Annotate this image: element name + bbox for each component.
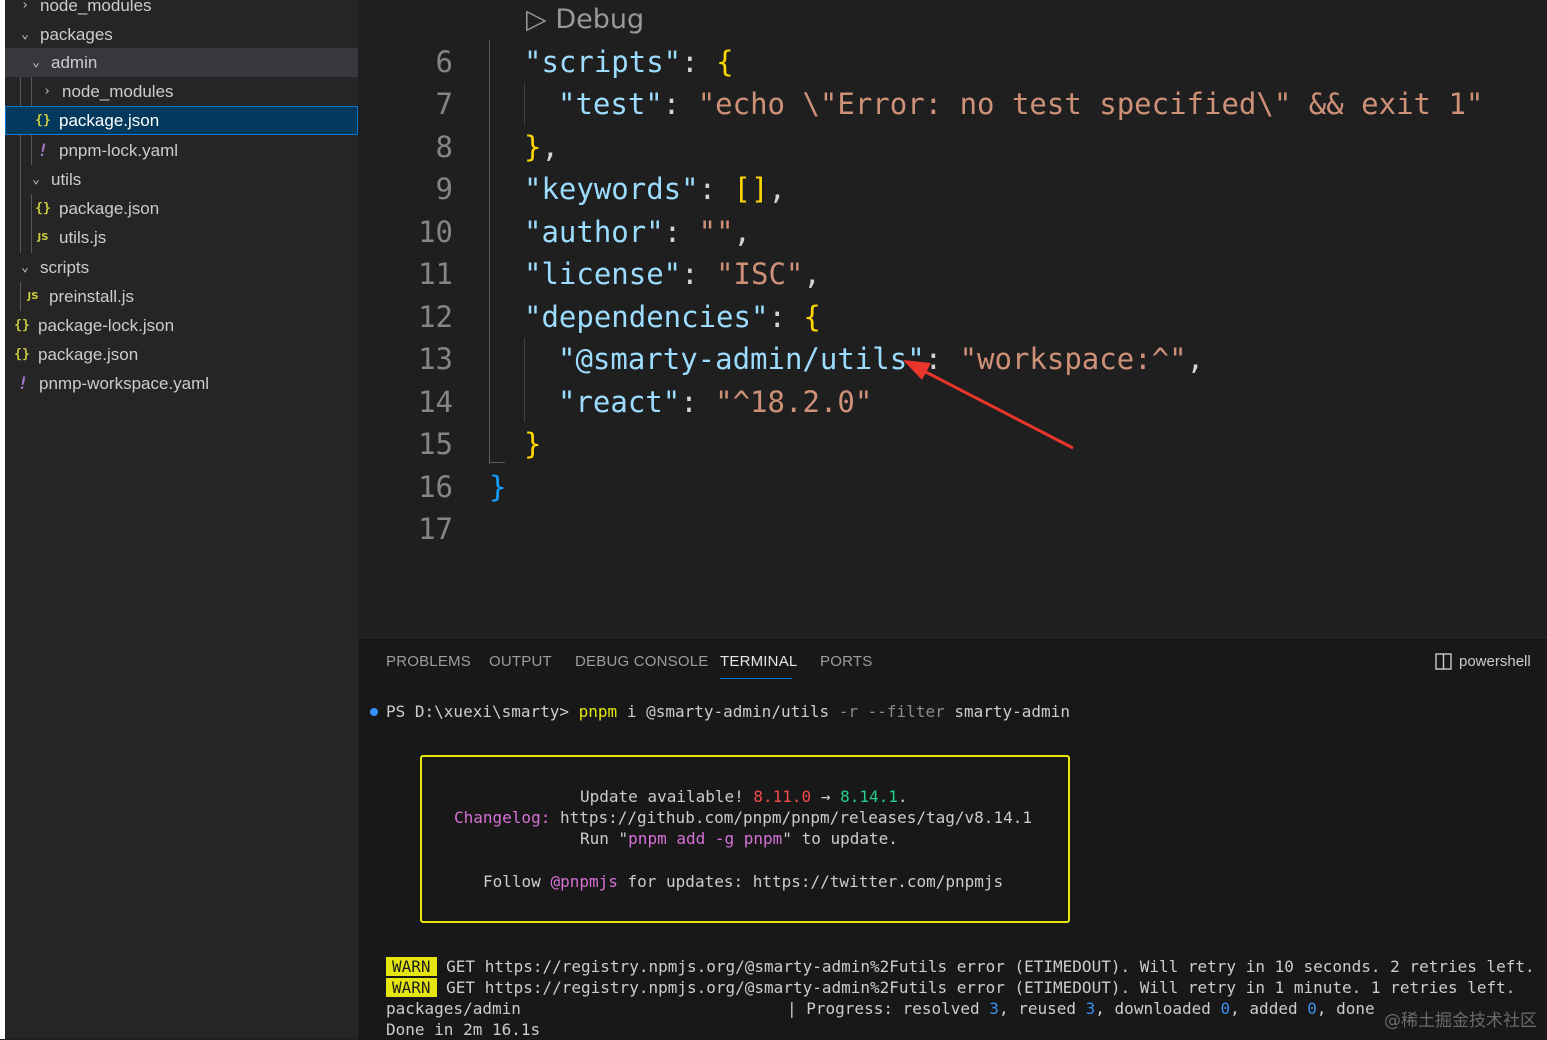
changelog-line: Changelog: https://github.com/pnpm/pnpm/… — [454, 808, 1032, 827]
version-arrow: → — [811, 787, 840, 806]
run-line: Run "pnpm add -g pnpm" to update. — [580, 829, 898, 848]
warn-line: WARN GET https://registry.npmjs.org/@sma… — [386, 978, 1515, 997]
tab-ports[interactable]: PORTS — [820, 653, 872, 670]
done-label: , done — [1317, 999, 1375, 1018]
warn-line: WARN GET https://registry.npmjs.org/@sma… — [386, 957, 1535, 976]
added-label: , added — [1230, 999, 1307, 1018]
update-line: Update available! 8.11.0 → 8.14.1. — [580, 787, 908, 806]
warn-message: GET https://registry.npmjs.org/@smarty-a… — [437, 957, 1535, 976]
downloaded-count: 0 — [1221, 999, 1231, 1018]
warn-badge: WARN — [386, 957, 437, 976]
terminal-shell-selector[interactable]: powershell — [1435, 652, 1547, 671]
reused-count: 3 — [1086, 999, 1096, 1018]
command-status-dot — [370, 708, 378, 716]
progress-path: packages/admin — [386, 999, 521, 1018]
new-version: 8.14.1 — [840, 787, 898, 806]
old-version: 8.11.0 — [753, 787, 811, 806]
annotation-arrow-head — [903, 360, 931, 380]
tab-output[interactable]: OUTPUT — [489, 653, 552, 670]
resolved-count: 3 — [989, 999, 999, 1018]
progress-line: | Progress: resolved 3, reused 3, downlo… — [787, 999, 1375, 1018]
follow-line: Follow @pnpmjs for updates: https://twit… — [483, 872, 1003, 891]
done-line: Done in 2m 16.1s — [386, 1020, 540, 1039]
update-suffix: . — [898, 787, 908, 806]
watermark: @稀土掘金技术社区 — [1384, 1006, 1537, 1031]
downloaded-label: , downloaded — [1095, 999, 1220, 1018]
changelog-url[interactable]: https://github.com/pnpm/pnpm/releases/ta… — [550, 808, 1032, 827]
run-suffix: " to update. — [782, 829, 898, 848]
shell-label: powershell — [1459, 653, 1531, 670]
command-flags: -r --filter — [839, 702, 945, 721]
tab-terminal[interactable]: TERMINAL — [720, 653, 797, 670]
progress-label: | Progress: resolved — [787, 999, 989, 1018]
follow-handle: @pnpmjs — [550, 872, 617, 891]
reused-label: , reused — [999, 999, 1086, 1018]
update-text: Update available! — [580, 787, 753, 806]
tab-debug-console[interactable]: DEBUG CONSOLE — [575, 653, 708, 670]
tab-problems[interactable]: PROBLEMS — [386, 653, 471, 670]
active-tab-indicator — [720, 678, 792, 679]
follow-prefix: Follow — [483, 872, 550, 891]
follow-suffix: for updates: https://twitter.com/pnpmjs — [618, 872, 1003, 891]
terminal-command-line: PS D:\xuexi\smarty> pnpm i @smarty-admin… — [386, 702, 1070, 721]
added-count: 0 — [1307, 999, 1317, 1018]
run-prefix: Run " — [580, 829, 628, 848]
command-args: i @smarty-admin/utils — [617, 702, 839, 721]
warn-message: GET https://registry.npmjs.org/@smarty-a… — [437, 978, 1516, 997]
command-args: smarty-admin — [945, 702, 1070, 721]
changelog-label: Changelog: — [454, 808, 550, 827]
terminal-panel-icon — [1435, 653, 1452, 670]
prompt: PS D:\xuexi\smarty> — [386, 702, 579, 721]
bottom-panel: PROBLEMS OUTPUT DEBUG CONSOLE TERMINAL P… — [359, 637, 1547, 1040]
command-name: pnpm — [579, 702, 618, 721]
warn-badge: WARN — [386, 978, 437, 997]
run-command: pnpm add -g pnpm — [628, 829, 782, 848]
annotation-arrow-line — [918, 368, 1073, 448]
